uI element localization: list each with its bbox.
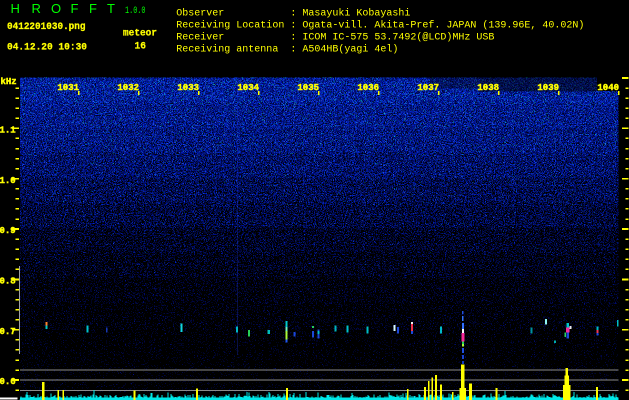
svg-text:1037: 1037 (417, 83, 439, 93)
svg-text:0.8: 0.8 (0, 277, 16, 287)
svg-text:1034: 1034 (237, 83, 259, 93)
svg-text:H: H (11, 1, 20, 16)
svg-text:meteor: meteor (123, 28, 157, 39)
svg-text:1036: 1036 (357, 83, 379, 93)
svg-text:Receiver : ICOM IC-5: Receiver : ICOM IC-575 53.7492(@LCD)MHz … (176, 32, 494, 44)
svg-text:O: O (51, 1, 61, 16)
svg-text:F: F (71, 1, 79, 16)
svg-text:1.0.0: 1.0.0 (125, 6, 146, 17)
svg-text:Receiving antenna : A504HB(ya: Receiving antenna : A504HB(yagi 4el) (176, 44, 398, 56)
svg-text:0.9: 0.9 (0, 226, 16, 236)
svg-text:1040: 1040 (597, 83, 619, 93)
svg-text:Receiving Location : Ogata-vil: Receiving Location : Ogata-vill. Akita-P… (176, 20, 584, 32)
svg-text:16: 16 (135, 42, 147, 53)
svg-text:0.6: 0.6 (0, 377, 16, 387)
svg-text:1031: 1031 (57, 83, 79, 93)
svg-text:1033: 1033 (177, 83, 199, 93)
svg-text:R: R (32, 1, 41, 16)
svg-text:1035: 1035 (297, 83, 319, 93)
svg-text:Observer : Masayuki: Observer : Masayuki Kobayashi (176, 8, 410, 20)
svg-text:1.1: 1.1 (0, 125, 16, 135)
svg-text:1038: 1038 (477, 83, 499, 93)
svg-text:0412201030.png: 0412201030.png (7, 22, 86, 33)
svg-text:T: T (107, 1, 115, 16)
svg-text:F: F (89, 1, 97, 16)
svg-text:1032: 1032 (117, 83, 139, 93)
svg-text:1039: 1039 (537, 83, 559, 93)
svg-text:kHz: kHz (1, 77, 17, 87)
svg-text:04.12.20 10:30: 04.12.20 10:30 (7, 42, 87, 53)
svg-text:1.0: 1.0 (0, 176, 16, 186)
svg-text:0.7: 0.7 (0, 327, 16, 337)
